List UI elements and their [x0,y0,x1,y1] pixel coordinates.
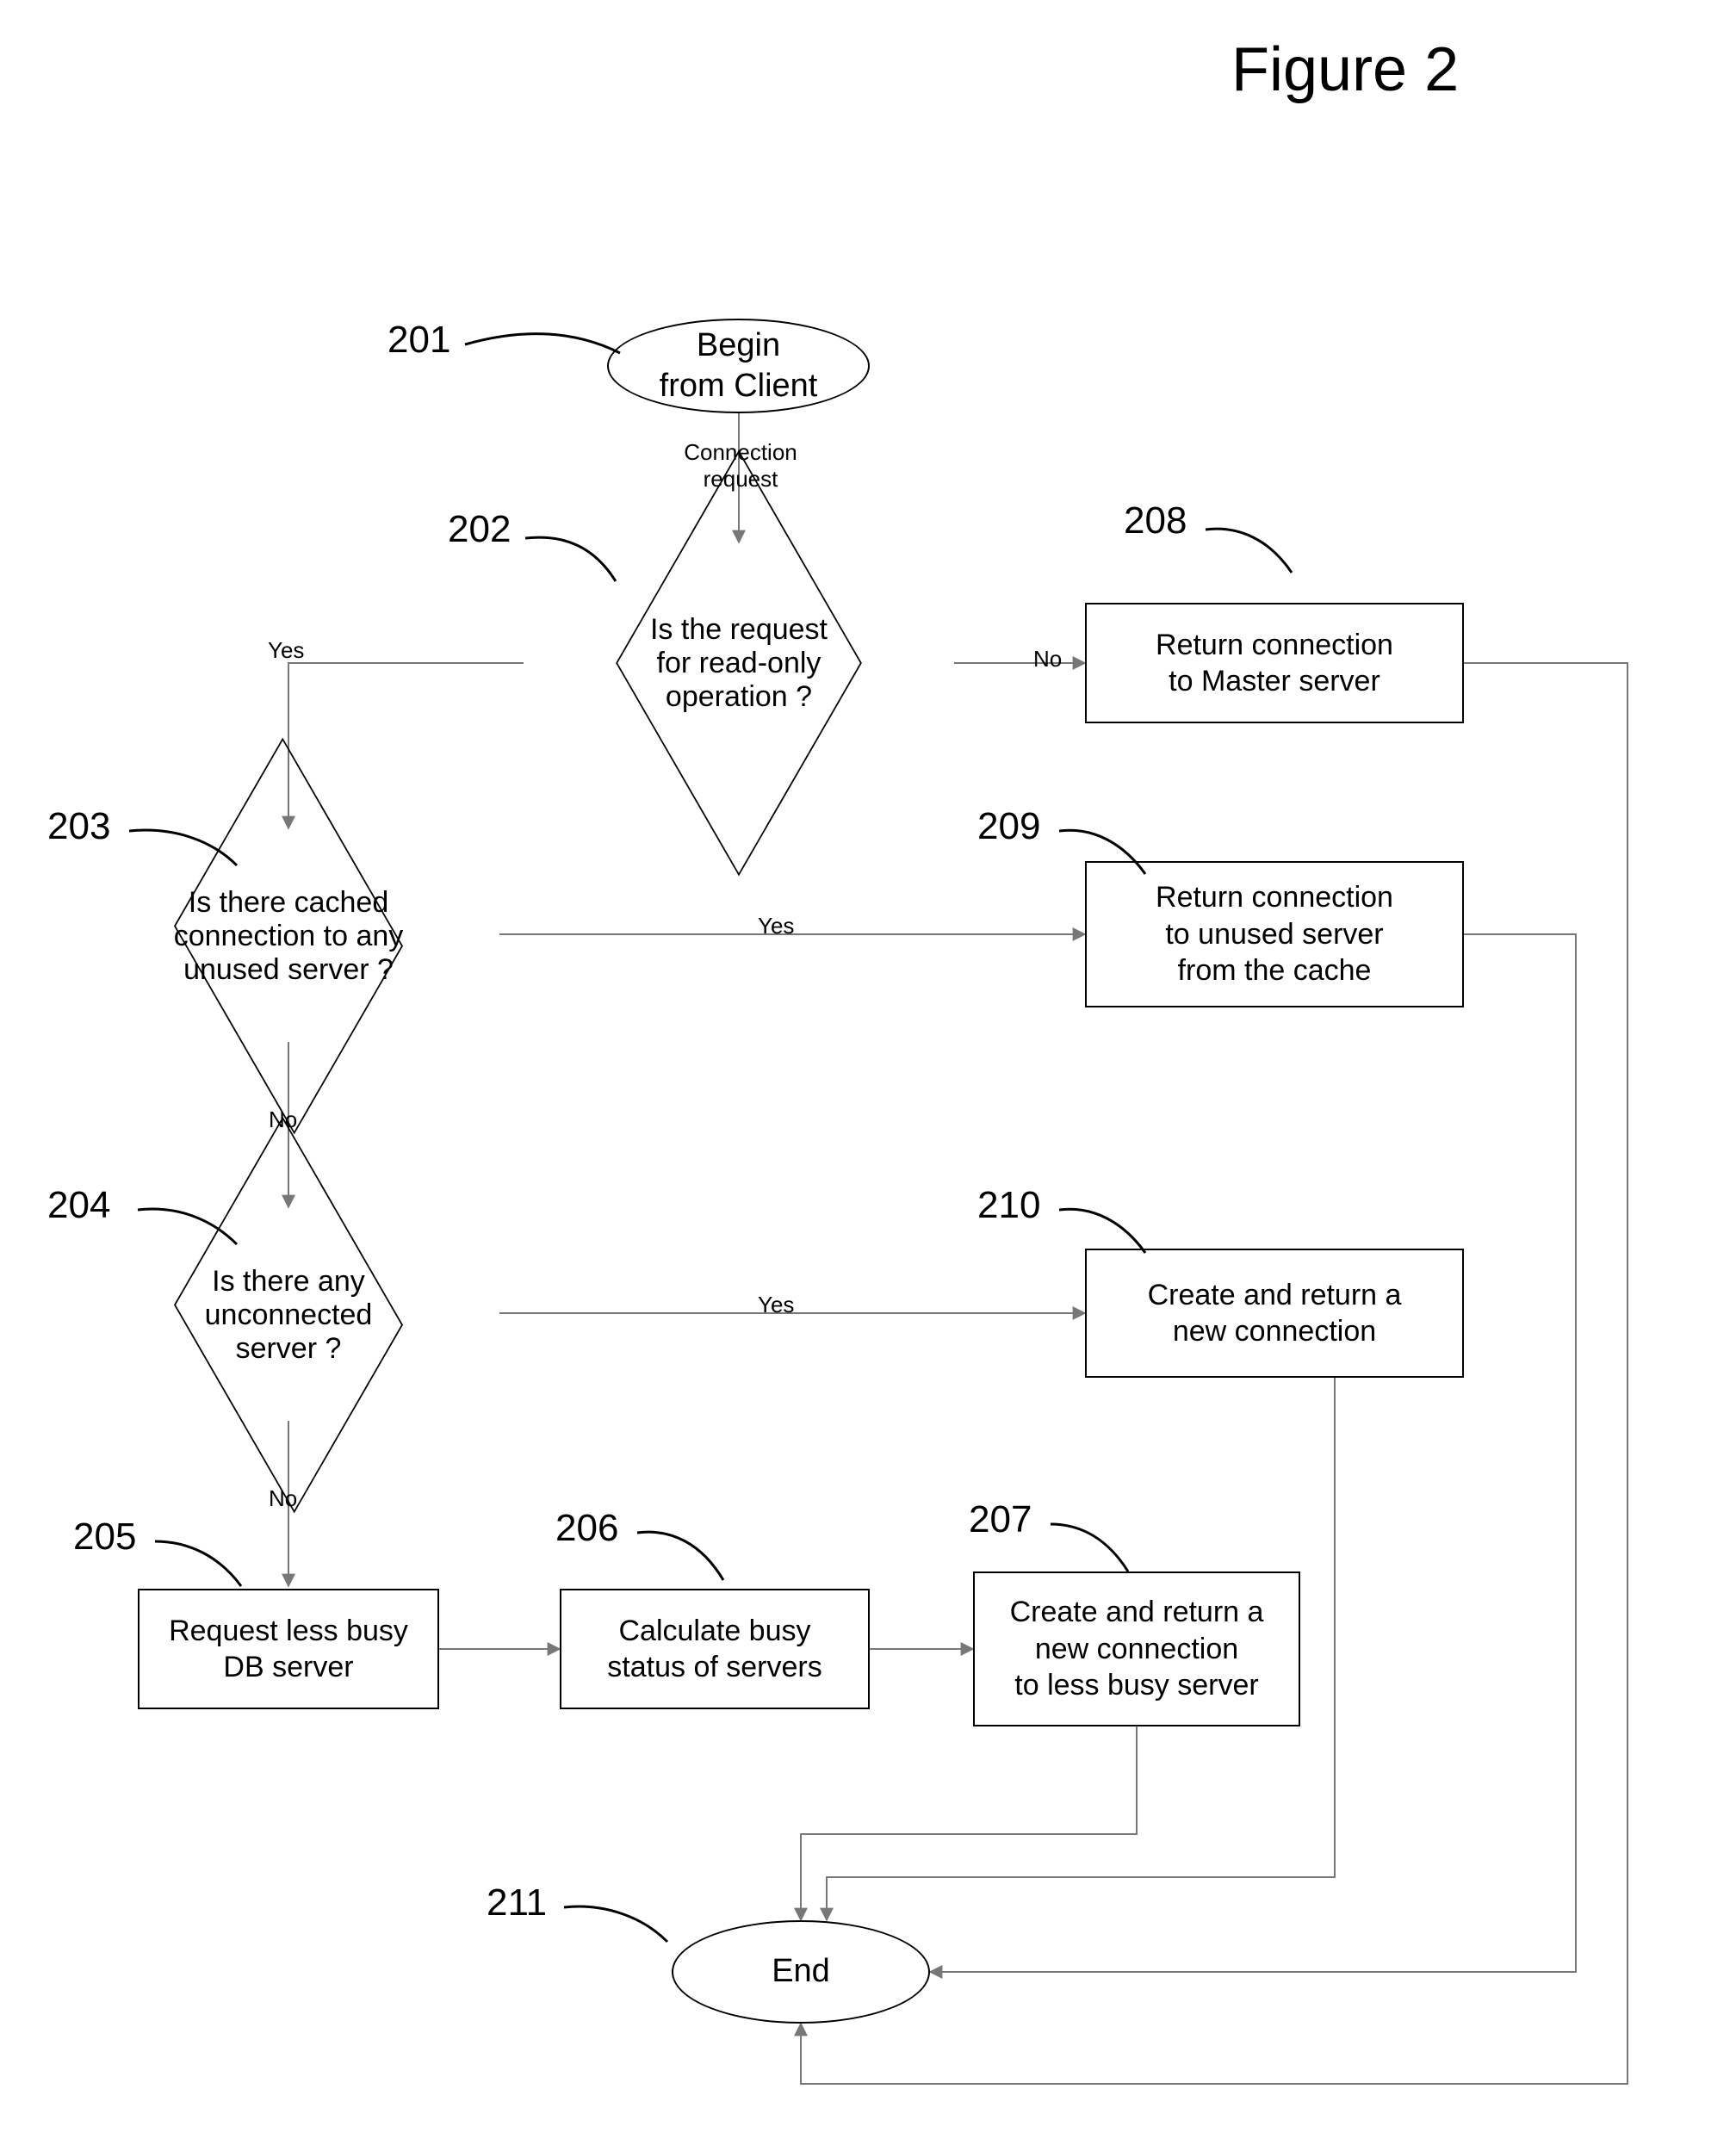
ref-203: 203 [47,805,110,848]
edge-202-yes: Yes [268,637,304,664]
edge-202-no: No [1033,646,1062,673]
node-new-conn-less-busy: Create and return a new connection to le… [973,1571,1300,1726]
node-cached-check: Is there cached connection to any unused… [172,831,405,1041]
edge-203-yes: Yes [758,913,794,939]
edge-204-yes: Yes [758,1292,794,1318]
node-calc-busy: Calculate busy status of servers [560,1589,870,1709]
node-unconnected-check: Is there any unconnected server ? [172,1210,405,1420]
ref-210: 210 [977,1184,1040,1227]
node-return-master: Return connection to Master server [1085,603,1464,723]
ref-211: 211 [487,1881,547,1925]
ref-204: 204 [47,1184,110,1227]
ref-205: 205 [73,1516,136,1559]
flowchart-canvas: Figure 2 [0,0,1736,2151]
ref-207: 207 [969,1498,1032,1541]
ref-201: 201 [388,319,450,362]
node-new-conn: Create and return a new connection [1085,1249,1464,1378]
node-request-less-busy: Request less busy DB server [138,1589,439,1709]
node-end: End [672,1920,930,2024]
ref-209: 209 [977,805,1040,848]
node-begin: Begin from Client [607,319,870,413]
ref-206: 206 [555,1507,618,1550]
ref-208: 208 [1124,499,1187,542]
node-readonly-check: Is the request for read-only operation ? [620,544,858,782]
node-return-cached: Return connection to unused server from … [1085,861,1464,1007]
ref-202: 202 [448,508,511,551]
figure-title: Figure 2 [1231,34,1459,105]
